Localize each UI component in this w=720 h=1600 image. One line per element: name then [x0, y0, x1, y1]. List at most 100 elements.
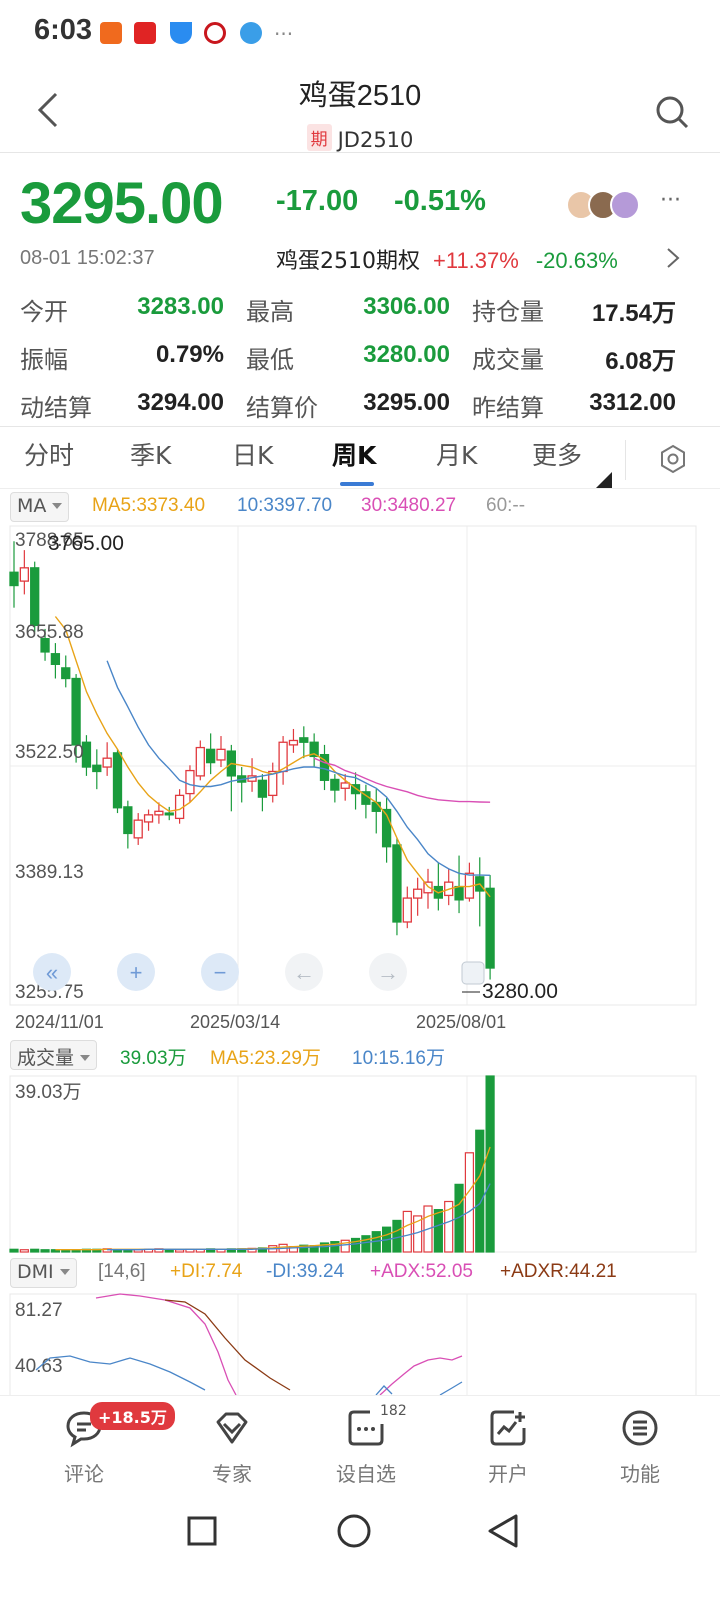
stat-label: 昨结算	[472, 394, 544, 422]
dmi-adx-value: +ADX:52.05	[370, 1261, 473, 1282]
home-icon[interactable]	[336, 1513, 372, 1549]
status-more-icon: ···	[274, 22, 294, 46]
tab-0[interactable]: 分时	[24, 436, 74, 472]
volume-bar	[464, 1152, 474, 1253]
option-link[interactable]: 鸡蛋2510期权 +11.37% -20.63%	[276, 243, 618, 275]
tab-5[interactable]: 更多	[532, 436, 582, 472]
volume-bar	[433, 1209, 443, 1253]
candle-body	[71, 677, 81, 746]
candle-body	[195, 746, 205, 777]
avatar[interactable]	[610, 190, 640, 220]
stat-value: 3312.00	[589, 389, 676, 416]
volume-bar	[392, 1219, 402, 1253]
volume-max-label: 39.03万	[15, 1082, 82, 1103]
status-time: 6:03	[34, 14, 93, 46]
stat-label: 结算价	[246, 394, 318, 422]
stat-label: 成交量	[472, 346, 544, 374]
period-tabs: 分时 季K 日K 周K 月K 更多	[0, 436, 720, 488]
chevron-right-icon[interactable]	[664, 246, 682, 270]
header-divider	[0, 152, 720, 153]
candlestick-chart[interactable]: 3788.653655.883522.503389.133255.753765.…	[0, 520, 720, 1030]
back-icon[interactable]	[486, 1513, 520, 1549]
volume-chart[interactable]: 39.03万	[0, 1072, 720, 1256]
candle-body	[143, 814, 154, 823]
nav-label: 功能	[620, 1462, 660, 1486]
candle-body	[164, 812, 174, 816]
shield-icon	[170, 22, 192, 44]
app-notification-icon	[134, 22, 156, 44]
settings-icon[interactable]	[658, 444, 688, 474]
volume-bar	[402, 1210, 412, 1253]
dmi-adxr-value: +ADXR:44.21	[500, 1261, 617, 1282]
tabs-separator	[625, 440, 626, 480]
x-axis-tick-label: 2024/11/01	[15, 1012, 104, 1030]
caret-down-icon	[52, 503, 63, 509]
option-label: 鸡蛋2510期权	[276, 249, 420, 274]
volume-bar	[19, 1249, 29, 1253]
dmi-pdi-value: +DI:7.74	[170, 1261, 243, 1282]
x-axis-tick-label: 2025/03/14	[190, 1012, 280, 1030]
dmi-chart[interactable]: 81.27 40.63	[0, 1290, 720, 1395]
volume-bar	[30, 1248, 40, 1253]
candle-body	[340, 782, 350, 789]
candle-body	[257, 779, 268, 798]
ma30-value: 30:3480.27	[361, 495, 457, 516]
tab-2[interactable]: 日K	[232, 436, 273, 472]
stat-value: 3295.00	[363, 389, 450, 416]
fullscreen-icon[interactable]	[461, 961, 485, 985]
futures-tag: 期	[306, 124, 332, 151]
recent-apps-icon[interactable]	[186, 1515, 218, 1547]
volume-value: 39.03万	[120, 1048, 187, 1069]
candle-body	[9, 571, 19, 587]
volume-bar	[330, 1241, 340, 1253]
dmi-mdi-value: -DI:39.24	[266, 1261, 345, 1282]
nav-expert[interactable]: 专家	[182, 1396, 282, 1496]
adxr-line	[164, 1299, 291, 1391]
system-navigation-bar	[0, 1495, 720, 1600]
nav-open-account[interactable]: 开户	[458, 1396, 558, 1496]
volume-bar	[361, 1235, 371, 1253]
dmi-params: [14,6]	[98, 1261, 146, 1282]
candle-body	[185, 769, 195, 795]
page-title: 鸡蛋2510	[298, 80, 422, 112]
dmi-plot-frame	[9, 1293, 697, 1395]
tab-4[interactable]: 月K	[436, 436, 477, 472]
tab-1[interactable]: 季K	[130, 436, 171, 472]
ma60-value: 60:--	[486, 495, 526, 516]
nav-functions[interactable]: 功能	[590, 1396, 690, 1496]
volume-bar	[164, 1249, 174, 1253]
ma10-value: 10:3397.70	[237, 495, 333, 516]
caret-down-icon	[80, 1055, 91, 1061]
dmi-indicator-select[interactable]: DMI	[10, 1258, 77, 1288]
ma-indicator-select[interactable]: MA	[10, 492, 70, 522]
stat-label: 持仓量	[472, 298, 544, 326]
comment-count-badge: +18.5万	[90, 1402, 175, 1430]
stat-value: 3280.00	[363, 341, 450, 368]
quote-timestamp: 08-01 15:02:37	[20, 247, 155, 269]
more-dropdown-indicator	[596, 472, 612, 488]
tabs-top-divider	[0, 426, 720, 427]
stat-label: 振幅	[20, 346, 68, 374]
candle-body	[19, 567, 30, 582]
menu-icon	[622, 1410, 658, 1446]
low-price-label: 3280.00	[482, 980, 558, 1003]
zoom-out-icon: −	[214, 960, 227, 985]
ma10-line	[106, 660, 491, 876]
volume-indicator-select[interactable]: 成交量	[10, 1040, 98, 1070]
candle-body	[50, 653, 61, 665]
expert-icon	[216, 1412, 248, 1444]
zoom-in-icon: +	[130, 960, 143, 985]
more-options-icon[interactable]: ···	[660, 188, 681, 213]
volume-ma10-value: 10:15.16万	[352, 1048, 445, 1069]
option-down-pct: -20.63%	[535, 248, 618, 273]
candle-body	[402, 897, 412, 923]
caret-down-icon	[59, 1269, 70, 1275]
active-tab-indicator	[340, 482, 374, 486]
scroll-right-icon: →	[377, 960, 399, 985]
app-notification-icon	[100, 22, 122, 44]
volume-ma10-line	[107, 1183, 491, 1251]
search-icon[interactable]	[654, 94, 690, 130]
stat-value: 0.79%	[155, 341, 224, 368]
stat-value: 3283.00	[137, 293, 224, 320]
tab-3[interactable]: 周K	[332, 436, 376, 472]
